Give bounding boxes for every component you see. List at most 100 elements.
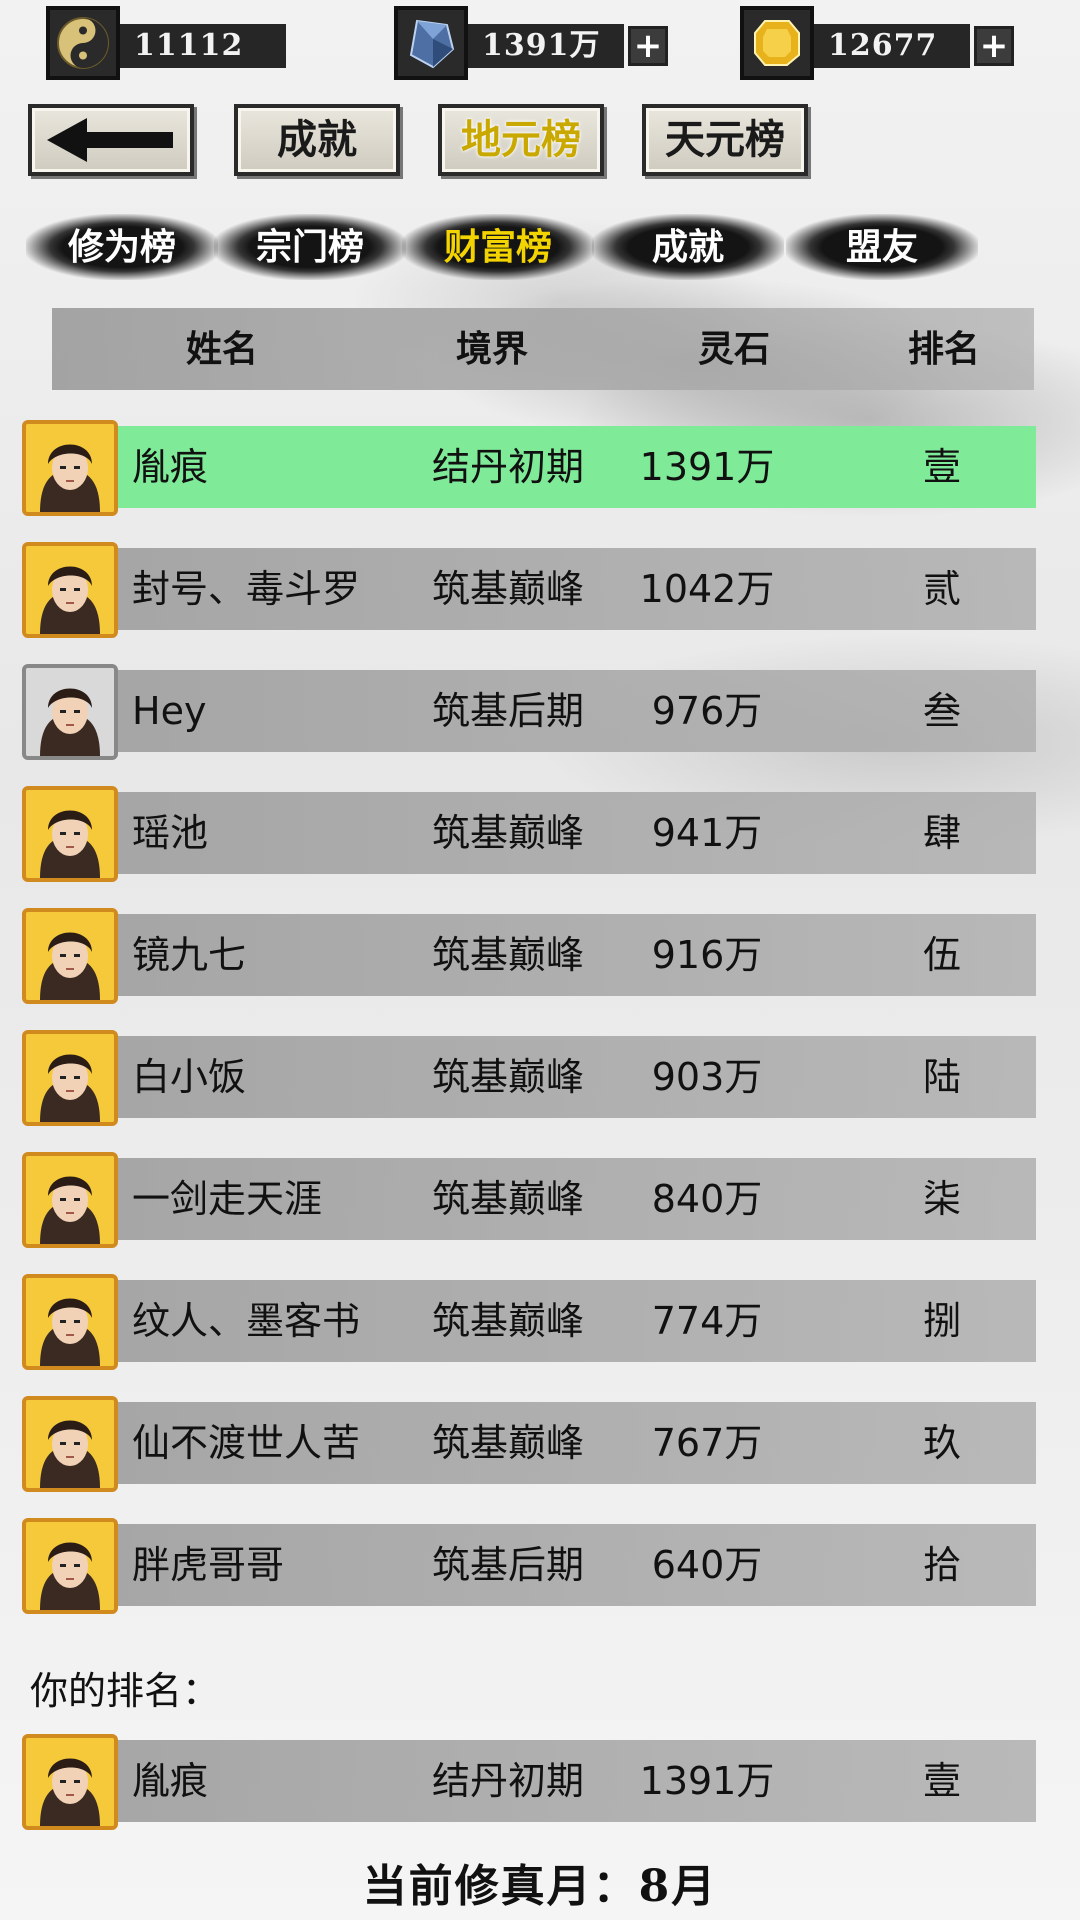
blue-crystal-icon	[394, 6, 468, 80]
avatar[interactable]	[22, 1030, 118, 1126]
player-rank: 柒	[922, 1177, 961, 1221]
portrait-icon	[26, 546, 114, 634]
portrait-icon	[26, 790, 114, 878]
earth-ranking-button[interactable]: 地元榜	[438, 104, 604, 176]
player-rank: 肆	[922, 811, 961, 855]
player-name: 胤痕	[132, 445, 209, 489]
player-name: 镜九七	[132, 933, 247, 977]
player-name: 封号、毒斗罗	[132, 567, 361, 611]
avatar[interactable]	[22, 1518, 118, 1614]
portrait-icon	[26, 668, 114, 756]
portrait-icon	[26, 1522, 114, 1610]
resource-gold: 12677 +	[740, 6, 1020, 80]
player-realm: 筑基后期	[432, 689, 585, 733]
player-spirit-stones: 640万	[651, 1543, 763, 1587]
player-spirit-stones: 916万	[651, 933, 763, 977]
player-spirit-stones: 941万	[651, 811, 763, 855]
player-name: 胖虎哥哥	[132, 1543, 285, 1587]
table-row[interactable]: 瑶池 筑基巅峰 941万 肆	[22, 786, 1036, 882]
resource-crystal: 1391万 +	[394, 6, 674, 80]
tab-allies[interactable]: 盟友	[786, 214, 978, 280]
player-rank: 玖	[922, 1421, 961, 1465]
player-realm: 结丹初期	[432, 445, 585, 489]
column-spirit-stones: 灵石	[698, 328, 771, 370]
table-row[interactable]: 封号、毒斗罗 筑基巅峰 1042万 贰	[22, 542, 1036, 638]
player-rank: 壹	[922, 1759, 961, 1803]
column-name: 姓名	[186, 328, 259, 370]
table-row[interactable]: 胖虎哥哥 筑基后期 640万 拾	[22, 1518, 1036, 1614]
player-realm: 筑基巅峰	[432, 1421, 585, 1465]
player-spirit-stones: 840万	[651, 1177, 763, 1221]
avatar[interactable]	[22, 420, 118, 516]
player-realm: 结丹初期	[432, 1759, 585, 1803]
player-realm: 筑基后期	[432, 1543, 585, 1587]
tab-wealth[interactable]: 财富榜	[402, 214, 594, 280]
your-rank-row[interactable]: 胤痕 结丹初期 1391万 壹	[22, 1734, 1036, 1830]
avatar[interactable]	[22, 786, 118, 882]
portrait-icon	[26, 1738, 114, 1826]
player-rank: 壹	[922, 445, 961, 489]
achievement-button[interactable]: 成就	[234, 104, 400, 176]
player-realm: 筑基巅峰	[432, 933, 585, 977]
avatar[interactable]	[22, 1152, 118, 1248]
player-rank: 拾	[922, 1543, 961, 1587]
player-rank: 伍	[922, 933, 961, 977]
table-row[interactable]: Hey 筑基后期 976万 叁	[22, 664, 1036, 760]
tab-achievement[interactable]: 成就	[592, 214, 784, 280]
add-crystal-button[interactable]: +	[628, 26, 668, 66]
player-name: 仙不渡世人苦	[132, 1421, 361, 1465]
player-name: 瑶池	[132, 811, 209, 855]
player-name: 胤痕	[132, 1759, 209, 1803]
player-name: Hey	[132, 689, 207, 733]
avatar[interactable]	[22, 1396, 118, 1492]
player-spirit-stones: 767万	[651, 1421, 763, 1465]
current-month: 当前修真月：8月	[362, 1861, 718, 1912]
player-spirit-stones: 976万	[651, 689, 763, 733]
avatar[interactable]	[22, 1734, 118, 1830]
player-rank: 叁	[922, 689, 961, 733]
column-realm: 境界	[456, 328, 529, 370]
back-button[interactable]	[28, 104, 194, 176]
avatar[interactable]	[22, 908, 118, 1004]
player-realm: 筑基巅峰	[432, 1299, 585, 1343]
avatar[interactable]	[22, 664, 118, 760]
resource-crystal-value: 1391万	[468, 24, 624, 68]
avatar[interactable]	[22, 1274, 118, 1370]
gold-gem-icon	[740, 6, 814, 80]
portrait-icon	[26, 424, 114, 512]
player-spirit-stones: 774万	[651, 1299, 763, 1343]
player-name: 纹人、墨客书	[132, 1299, 361, 1343]
tab-sect[interactable]: 宗门榜	[214, 214, 406, 280]
player-name: 一剑走天涯	[132, 1177, 323, 1221]
table-row[interactable]: 纹人、墨客书 筑基巅峰 774万 捌	[22, 1274, 1036, 1370]
portrait-icon	[26, 912, 114, 1000]
heaven-ranking-button[interactable]: 天元榜	[642, 104, 808, 176]
player-rank: 陆	[922, 1055, 961, 1099]
left-arrow-icon	[47, 118, 173, 162]
table-row[interactable]: 仙不渡世人苦 筑基巅峰 767万 玖	[22, 1396, 1036, 1492]
player-spirit-stones: 1391万	[639, 445, 775, 489]
resource-gold-value: 12677	[814, 24, 970, 68]
portrait-icon	[26, 1156, 114, 1244]
player-realm: 筑基巅峰	[432, 1177, 585, 1221]
player-realm: 筑基巅峰	[432, 1055, 585, 1099]
portrait-icon	[26, 1400, 114, 1488]
table-row[interactable]: 胤痕 结丹初期 1391万 壹	[22, 420, 1036, 516]
portrait-icon	[26, 1278, 114, 1366]
player-realm: 筑基巅峰	[432, 567, 585, 611]
table-row[interactable]: 一剑走天涯 筑基巅峰 840万 柒	[22, 1152, 1036, 1248]
tab-cultivation[interactable]: 修为榜	[26, 214, 218, 280]
player-spirit-stones: 1391万	[639, 1759, 775, 1803]
avatar[interactable]	[22, 542, 118, 638]
player-spirit-stones: 903万	[651, 1055, 763, 1099]
table-row[interactable]: 白小饭 筑基巅峰 903万 陆	[22, 1030, 1036, 1126]
your-rank-label: 你的排名：	[30, 1669, 221, 1713]
player-rank: 贰	[922, 567, 961, 611]
player-rank: 捌	[922, 1299, 961, 1343]
player-name: 白小饭	[132, 1055, 247, 1099]
table-row[interactable]: 镜九七 筑基巅峰 916万 伍	[22, 908, 1036, 1004]
resource-spirit-value: 11112	[120, 24, 286, 68]
add-gold-button[interactable]: +	[974, 26, 1014, 66]
yin-yang-icon	[46, 6, 120, 80]
player-spirit-stones: 1042万	[639, 567, 775, 611]
